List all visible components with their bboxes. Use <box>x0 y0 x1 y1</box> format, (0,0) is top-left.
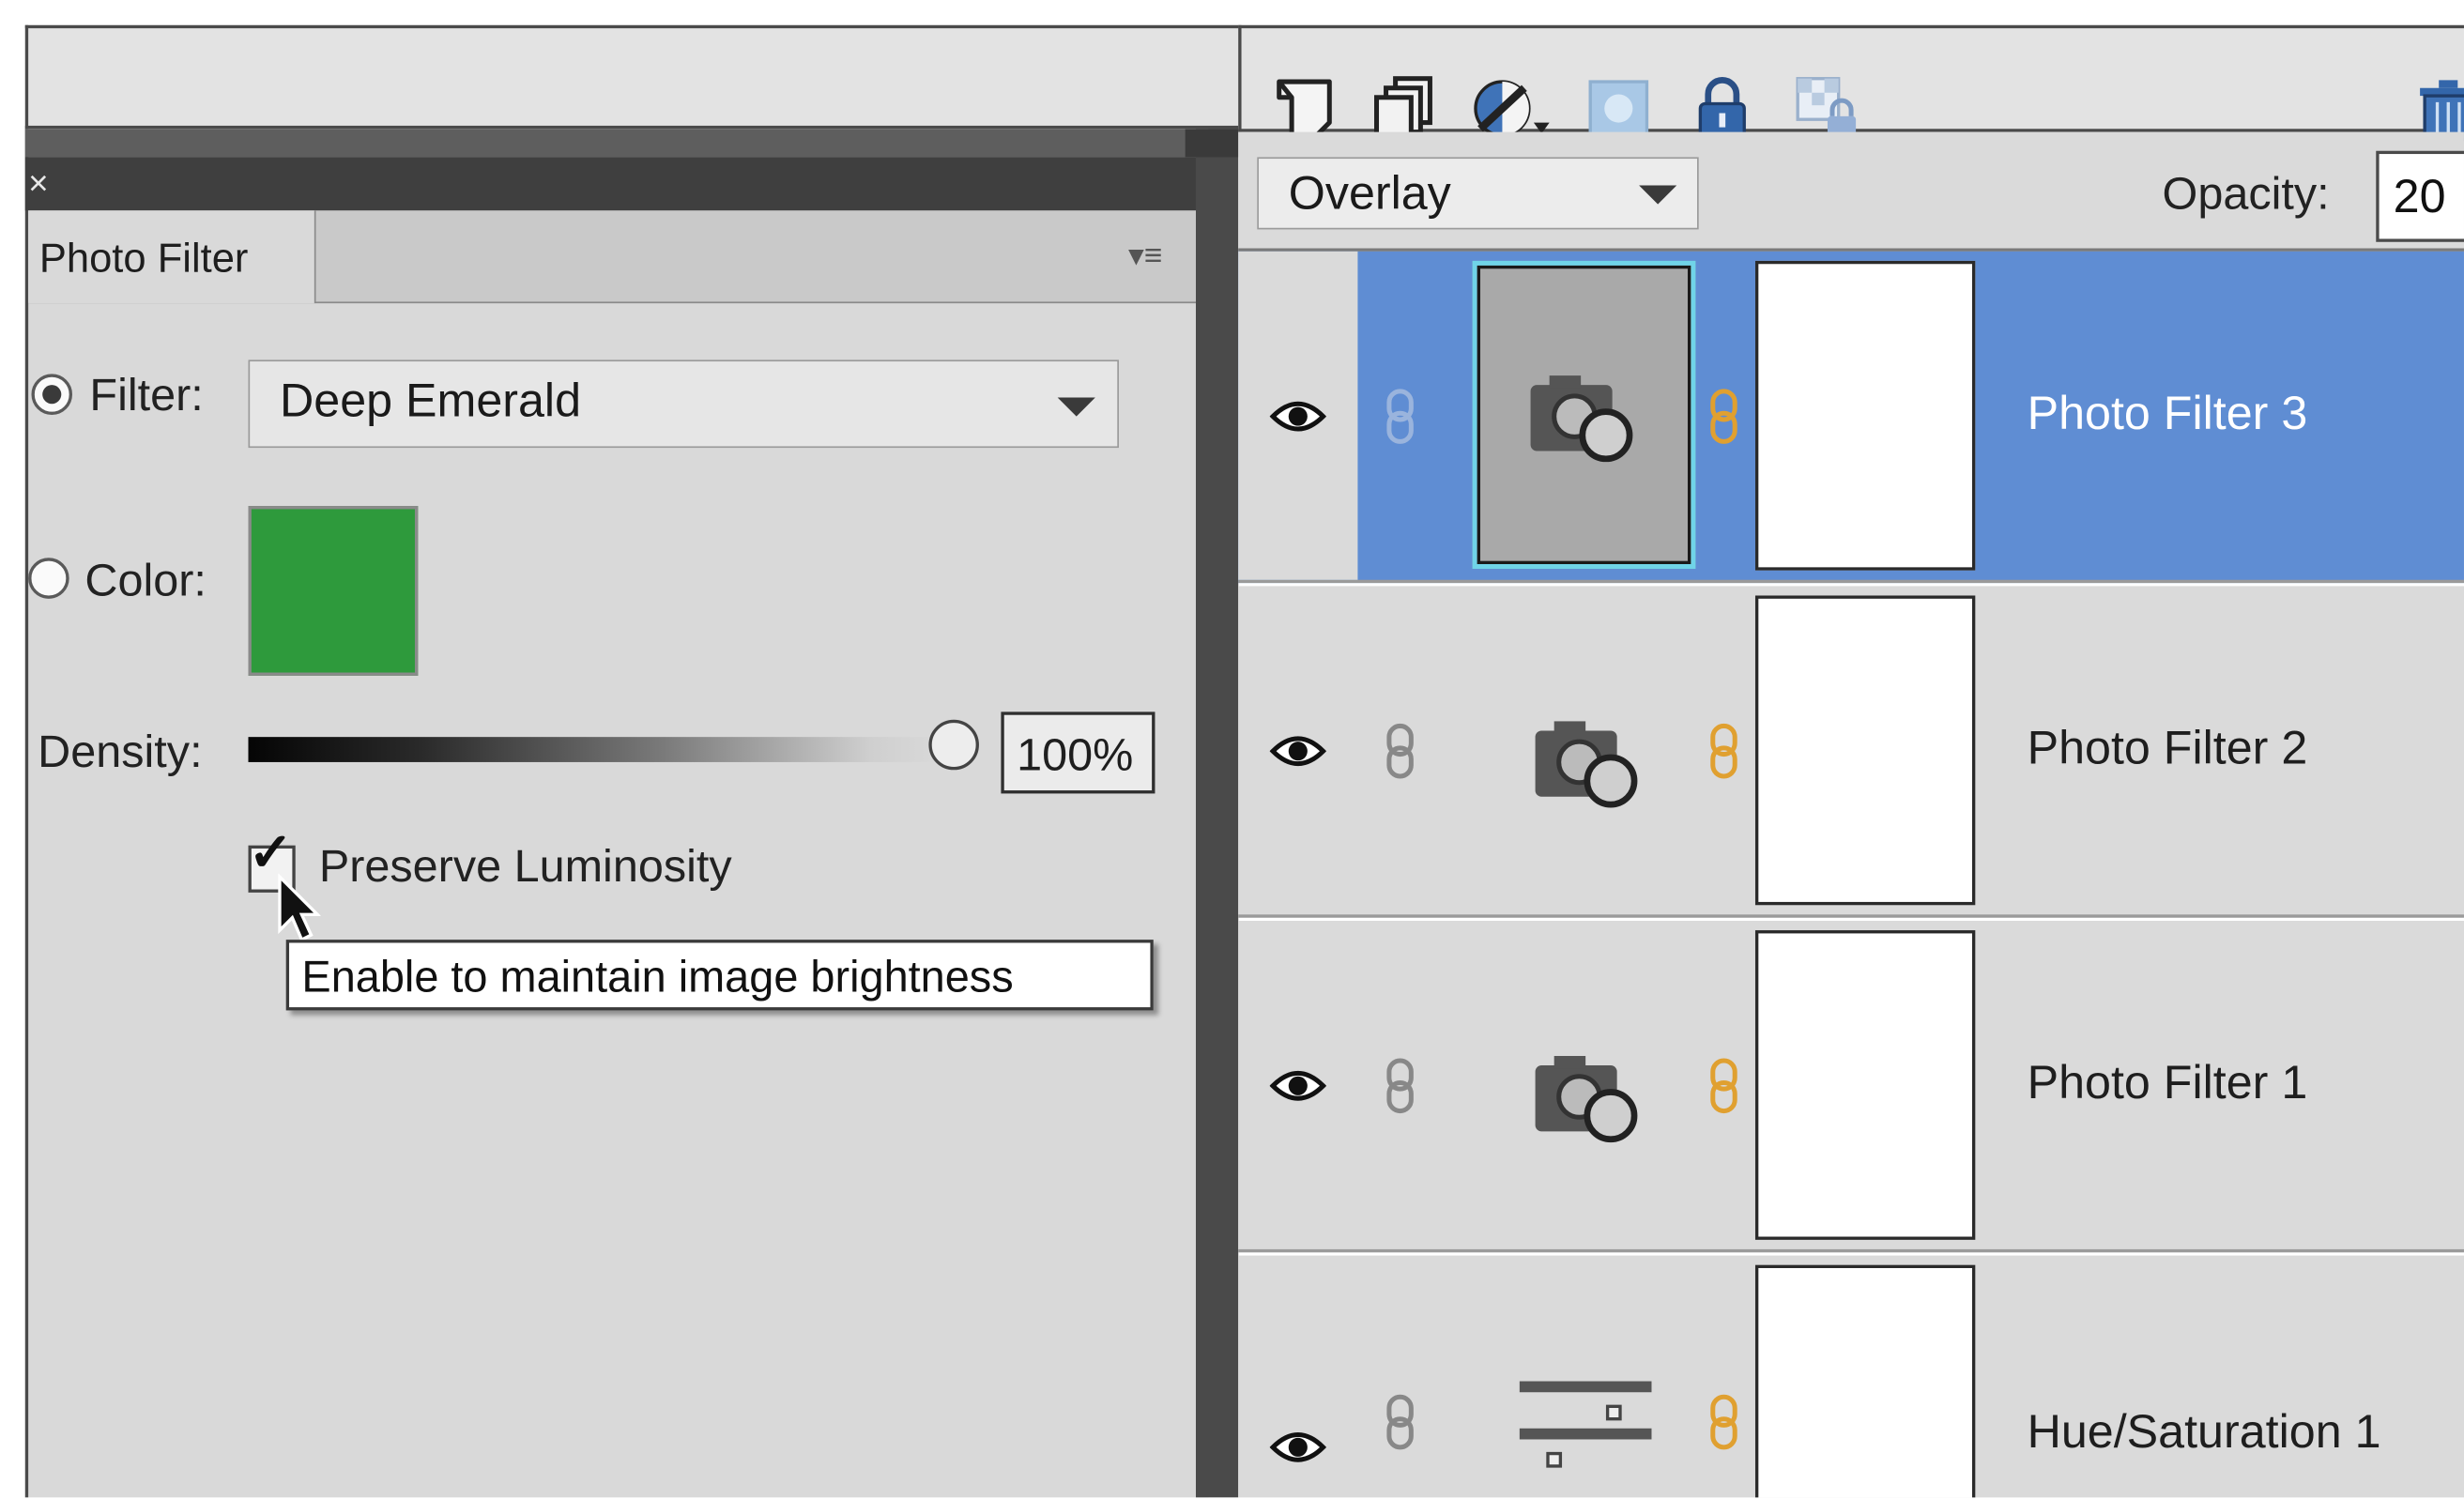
photo-filter-panel <box>24 129 1209 1498</box>
tooltip: Enable to maintain image brightness <box>285 940 1154 1011</box>
layer-name: Photo Filter 3 <box>2027 387 2308 439</box>
panel-menu-icon[interactable]: ▾≡ <box>1128 236 1162 275</box>
color-swatch[interactable] <box>248 506 419 676</box>
close-icon[interactable]: × <box>28 163 49 205</box>
blend-mode-dropdown[interactable]: Overlay <box>1257 157 1699 230</box>
checkmark-icon: ✓ <box>248 823 294 883</box>
blend-mode-value: Overlay <box>1288 168 1451 221</box>
photo-filter-icon <box>1530 375 1633 463</box>
eye-icon[interactable] <box>1269 1422 1326 1473</box>
hue-saturation-icon <box>1519 1381 1652 1468</box>
layer-thumbnail[interactable] <box>1473 1265 1696 1498</box>
eye-icon[interactable] <box>1269 1060 1326 1110</box>
mouse-cursor-icon <box>278 873 321 942</box>
mask-link-icon[interactable] <box>1706 1394 1741 1450</box>
layer-row[interactable]: Photo Filter 2 <box>1238 586 2464 918</box>
mask-link-icon[interactable] <box>1706 1057 1741 1113</box>
layer-mask-thumbnail[interactable] <box>1754 1264 1976 1498</box>
layer-mask-thumbnail[interactable] <box>1754 930 1976 1240</box>
opacity-label: Opacity: <box>2162 169 2330 221</box>
splitter-cap <box>1185 129 1239 158</box>
mask-link-icon[interactable] <box>1706 388 1741 444</box>
layer-row[interactable]: Photo Filter 1 <box>1238 921 2464 1253</box>
layer-name: Photo Filter 1 <box>2027 1056 2308 1109</box>
panel-title-bar[interactable] <box>24 157 1196 211</box>
layer-mask-thumbnail[interactable] <box>1754 595 1976 906</box>
chevron-down-icon <box>1057 397 1095 417</box>
mask-link-icon[interactable] <box>1706 722 1741 778</box>
filter-label: Filter: <box>89 371 204 421</box>
panel-header-strip <box>24 129 1186 158</box>
filter-radio[interactable] <box>31 374 73 415</box>
link-icon[interactable] <box>1383 722 1417 778</box>
density-slider-handle[interactable] <box>928 719 979 771</box>
app-screenshot: × Photo Filter ▾≡ Filter: Deep Emerald C… <box>0 0 2464 1498</box>
density-slider[interactable] <box>248 737 941 762</box>
chevron-down-icon <box>1639 185 1677 205</box>
link-icon[interactable] <box>1383 1057 1417 1113</box>
layer-thumbnail[interactable] <box>1472 260 1696 570</box>
opacity-input[interactable]: 20 <box>2376 150 2464 242</box>
panel-splitter[interactable] <box>1195 129 1239 1498</box>
color-label: Color: <box>84 556 207 607</box>
density-input[interactable]: 100% <box>1001 711 1155 794</box>
filter-value: Deep Emerald <box>279 375 582 428</box>
density-label: Density: <box>38 727 203 778</box>
preserve-luminosity-label: Preserve Luminosity <box>318 842 732 893</box>
layers-toolbar <box>1238 24 2464 142</box>
tab-label: Photo Filter <box>38 234 249 282</box>
filter-dropdown[interactable]: Deep Emerald <box>248 359 1119 449</box>
layer-name: Photo Filter 2 <box>2027 722 2308 774</box>
photo-filter-icon <box>1535 1055 1638 1143</box>
layer-mask-thumbnail[interactable] <box>1754 260 1976 571</box>
color-radio[interactable] <box>28 558 69 599</box>
layer-row[interactable]: Photo Filter 3 <box>1238 251 2464 584</box>
eye-icon[interactable] <box>1269 726 1326 776</box>
layer-thumbnail[interactable] <box>1473 595 1696 903</box>
layer-name: Hue/Saturation 1 <box>2027 1406 2381 1459</box>
link-icon[interactable] <box>1383 388 1417 444</box>
tab-photo-filter[interactable]: Photo Filter <box>28 210 316 304</box>
eye-icon[interactable] <box>1269 390 1326 441</box>
panel-top-area <box>24 24 1239 130</box>
photo-filter-icon <box>1535 721 1638 808</box>
link-icon[interactable] <box>1383 1394 1417 1450</box>
layer-thumbnail[interactable] <box>1473 930 1696 1238</box>
layer-row[interactable]: Hue/Saturation 1 <box>1238 1255 2464 1498</box>
